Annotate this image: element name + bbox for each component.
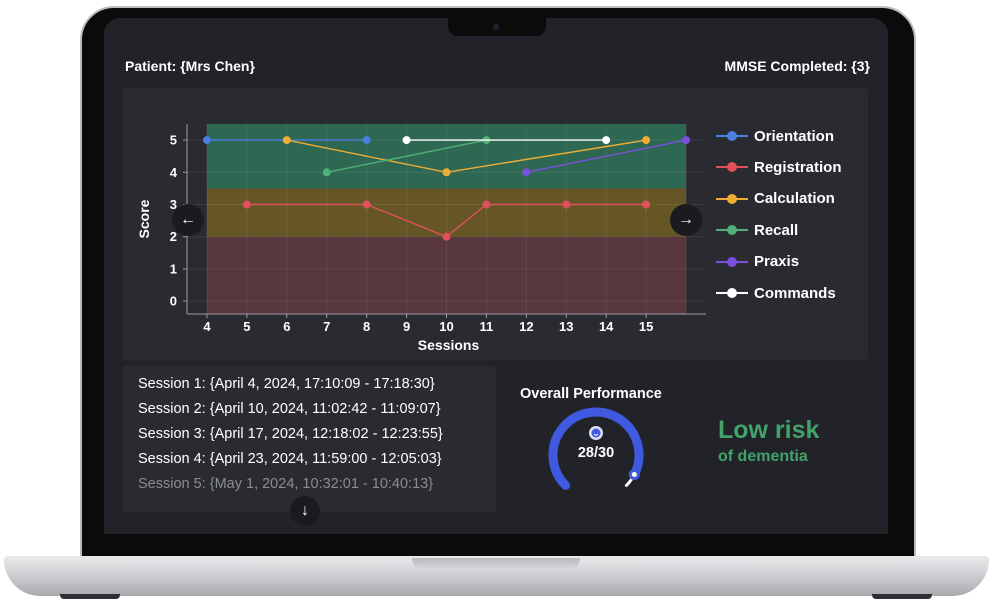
arrow-right-icon: → xyxy=(678,211,694,228)
legend-item-recall: Recall xyxy=(716,220,798,240)
data-point-calculation xyxy=(442,168,451,177)
laptop-foot-left xyxy=(60,594,120,599)
gauge-knob-center xyxy=(631,472,637,478)
y-tick-label: 5 xyxy=(170,133,177,148)
data-point-registration xyxy=(642,200,651,209)
patient-name: Patient: {Mrs Chen} xyxy=(125,58,255,74)
x-tick-label: 4 xyxy=(203,319,211,334)
session-item[interactable]: Session 3: {April 17, 2024, 12:18:02 - 1… xyxy=(138,426,443,442)
legend-label: Recall xyxy=(754,221,799,239)
data-point-registration xyxy=(442,232,451,241)
legend-label: Calculation xyxy=(754,190,835,208)
legend-swatch xyxy=(716,283,748,303)
y-tick-label: 4 xyxy=(170,165,178,180)
scroll-sessions-button[interactable]: ↓ xyxy=(290,496,320,526)
data-point-commands xyxy=(402,136,411,145)
x-tick-label: 8 xyxy=(363,319,370,334)
x-tick-label: 12 xyxy=(519,319,533,334)
data-point-registration xyxy=(242,200,251,209)
data-point-commands xyxy=(602,136,611,145)
y-tick-label: 1 xyxy=(170,261,177,276)
smiley-face-inner xyxy=(591,428,601,438)
data-point-praxis xyxy=(682,136,691,145)
legend-swatch xyxy=(716,126,748,146)
y-tick-label: 0 xyxy=(170,294,177,309)
legend-label: Commands xyxy=(754,284,836,302)
legend-item-registration: Registration xyxy=(716,157,842,177)
legend-swatch xyxy=(716,252,748,272)
data-point-registration xyxy=(362,200,371,209)
data-point-registration xyxy=(562,200,571,209)
x-tick-label: 13 xyxy=(559,319,573,334)
sessions-list: Session 1: {April 4, 2024, 17:10:09 - 17… xyxy=(122,366,496,512)
mmse-completed-count: MMSE Completed: {3} xyxy=(724,58,870,74)
performance-score: 28/30 xyxy=(577,445,615,461)
session-item[interactable]: Session 4: {April 23, 2024, 11:59:00 - 1… xyxy=(138,451,442,467)
x-tick-label: 7 xyxy=(323,319,330,334)
overall-performance-title: Overall Performance xyxy=(520,386,662,402)
data-point-calculation xyxy=(282,136,291,145)
legend-swatch xyxy=(716,189,748,209)
legend-swatch xyxy=(716,157,748,177)
laptop-base-notch xyxy=(412,558,580,570)
arrow-left-icon: ← xyxy=(180,211,196,228)
x-tick-label: 14 xyxy=(599,319,614,334)
legend-item-commands: Commands xyxy=(716,283,836,303)
x-tick-label: 10 xyxy=(439,319,453,334)
risk-level: Low risk xyxy=(718,416,820,444)
smiley-face-icon xyxy=(589,426,603,440)
x-tick-label: 11 xyxy=(480,319,494,334)
legend-label: Praxis xyxy=(754,253,800,271)
next-sessions-button[interactable]: → xyxy=(670,204,702,236)
risk-level-subtitle: of dementia xyxy=(718,448,808,465)
y-axis-label: Score xyxy=(136,199,152,238)
arrow-down-icon: ↓ xyxy=(301,502,309,519)
x-axis-label: Sessions xyxy=(418,337,480,353)
data-point-calculation xyxy=(642,136,651,145)
app-screen: Patient: {Mrs Chen} MMSE Completed: {3} … xyxy=(104,18,888,534)
session-item[interactable]: Session 5: {May 1, 2024, 10:32:01 - 10:4… xyxy=(138,476,433,492)
x-tick-label: 9 xyxy=(403,319,410,334)
legend-item-orientation: Orientation xyxy=(716,126,834,146)
data-point-orientation xyxy=(362,136,371,145)
laptop-foot-right xyxy=(872,594,932,599)
data-point-recall xyxy=(322,168,331,177)
camera-notch xyxy=(448,18,546,36)
legend-item-praxis: Praxis xyxy=(716,252,799,272)
x-tick-label: 6 xyxy=(283,319,290,334)
legend-swatch xyxy=(716,220,748,240)
data-point-praxis xyxy=(522,168,531,177)
session-item[interactable]: Session 1: {April 4, 2024, 17:10:09 - 17… xyxy=(138,376,435,392)
data-point-registration xyxy=(482,200,491,209)
scores-chart-card: 4 5 6 7 8 9 10 11 12 13 14 15 0 1 2 3 4 5 Sessions Score ← … xyxy=(122,88,868,360)
data-point-orientation xyxy=(202,136,211,145)
legend-item-calculation: Calculation xyxy=(716,189,835,209)
x-tick-label: 15 xyxy=(639,319,653,334)
camera-icon xyxy=(493,24,499,30)
x-tick-label: 5 xyxy=(243,319,250,334)
legend-label: Orientation xyxy=(754,127,835,145)
session-item[interactable]: Session 2: {April 10, 2024, 11:02:42 - 1… xyxy=(138,401,441,417)
legend-label: Registration xyxy=(754,158,842,176)
prev-sessions-button[interactable]: ← xyxy=(172,204,204,236)
